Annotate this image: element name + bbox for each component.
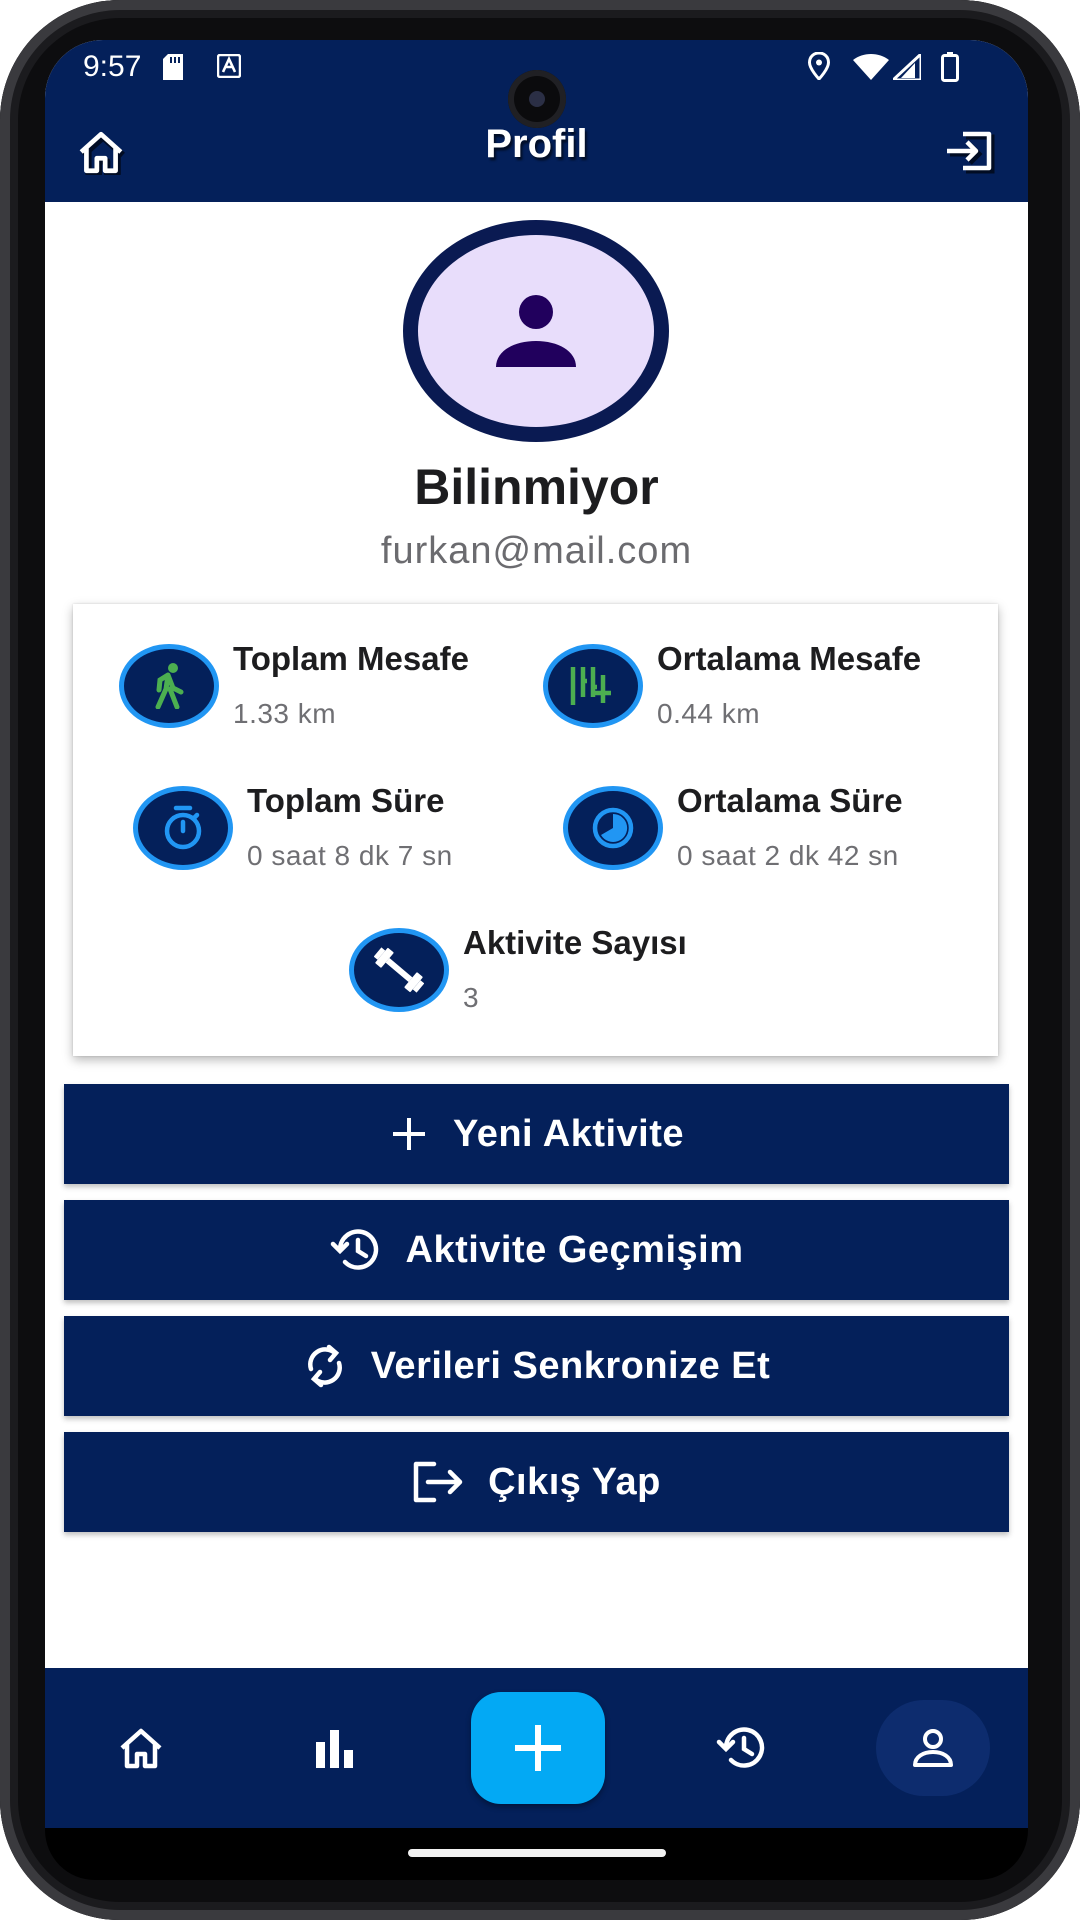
activity-history-button[interactable]: Aktivite Geçmişim [64,1200,1009,1300]
keyboard-a-icon [217,54,241,78]
nav-home[interactable] [101,1708,181,1788]
stat-title: Toplam Süre [247,782,445,819]
stat-icon-circle [133,786,233,870]
front-camera [508,70,566,128]
signal-icon [893,54,921,80]
history-icon [330,1229,378,1270]
app-header: 9:57 Profil [45,40,1028,202]
home-indicator[interactable] [408,1849,666,1857]
wifi-icon [853,54,889,80]
stat-total-time: Toplam Süre 0 saat 8 dk 7 sn [133,782,453,872]
add-icon [515,1725,561,1771]
dumbbell-icon [374,947,424,993]
bottom-navigation [45,1668,1028,1828]
walking-icon [155,663,184,709]
logout-label: Çıkış Yap [488,1460,661,1503]
bar-chart-icon [316,1730,353,1768]
stat-icon-circle [543,644,643,728]
exit-icon [413,1461,463,1503]
stat-title: Toplam Mesafe [233,640,469,677]
stat-value: 0 saat 8 dk 7 sn [247,840,453,871]
history-icon [716,1727,765,1768]
avatar[interactable] [403,220,669,442]
stat-title: Aktivite Sayısı [463,924,687,961]
stat-value: 3 [463,982,480,1013]
stopwatch-icon [164,805,202,850]
stat-average-distance: Ortalama Mesafe 0.44 km [543,640,921,730]
clock-pie-icon [592,807,634,849]
nav-history[interactable] [702,1708,782,1788]
activity-history-label: Aktivite Geçmişim [405,1228,744,1271]
logout-header-button[interactable] [943,124,999,180]
person-icon [496,295,576,367]
status-time: 9:57 [83,50,142,83]
stat-value: 0 saat 2 dk 42 sn [677,840,899,871]
stat-value: 0.44 km [657,698,761,729]
nav-statistics[interactable] [295,1708,375,1788]
stat-value: 1.33 km [233,698,337,729]
location-icon [807,52,831,80]
stat-total-distance: Toplam Mesafe 1.33 km [119,640,469,730]
stat-icon-circle [349,928,449,1012]
app-screen: 9:57 Profil Bilinmiyor furkan@mail.com T… [45,40,1028,1828]
profile-email: furkan@mail.com [380,530,693,572]
stat-title: Ortalama Mesafe [657,640,922,677]
stats-card: Toplam Mesafe 1.33 km Ortalama Mesafe 0.… [73,604,998,1056]
logout-button[interactable]: Çıkış Yap [64,1432,1009,1532]
stat-icon-circle [563,786,663,870]
sd-card-icon [163,54,183,80]
nav-profile[interactable] [876,1700,990,1796]
person-icon [913,1729,953,1767]
nav-add-fab[interactable] [471,1692,605,1804]
sync-data-label: Verileri Senkronize Et [370,1344,771,1387]
logout-icon [947,131,995,174]
plus-icon [392,1118,425,1150]
stat-icon-circle [119,644,219,728]
battery-icon [941,52,959,82]
profile-name: Bilinmiyor [414,459,659,515]
stat-activity-count: Aktivite Sayısı 3 [349,924,687,1014]
sync-data-button[interactable]: Verileri Senkronize Et [64,1316,1009,1416]
new-activity-button[interactable]: Yeni Aktivite [64,1084,1009,1184]
home-icon [120,1728,162,1769]
page-title: Profil [485,122,588,166]
sync-icon [307,1344,342,1388]
power-button [1074,520,1080,615]
stat-average-time: Ortalama Süre 0 saat 2 dk 42 sn [563,782,903,872]
new-activity-label: Yeni Aktivite [452,1112,685,1155]
stat-title: Ortalama Süre [677,782,903,819]
volume-buttons [1074,740,1080,1000]
distance-average-icon [570,667,611,705]
